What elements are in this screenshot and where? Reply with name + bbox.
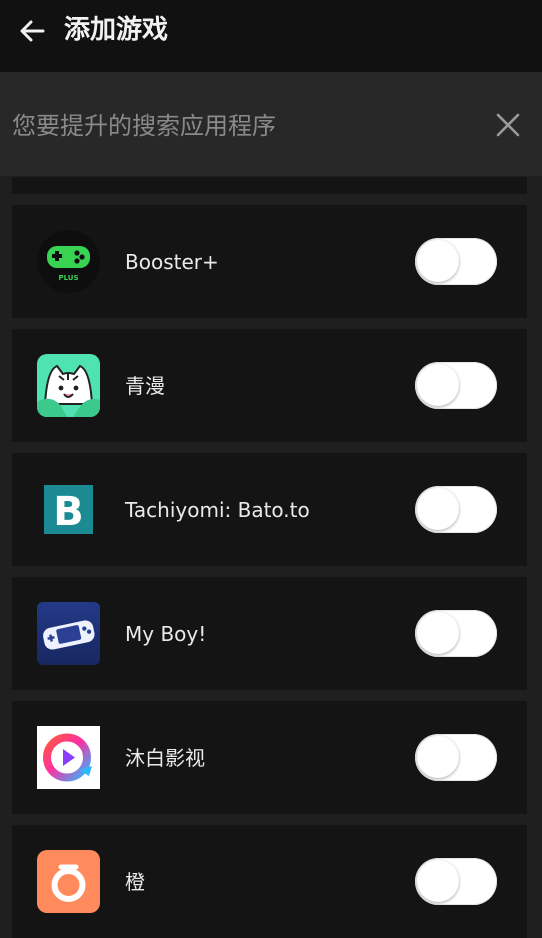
svg-text:PLUS: PLUS xyxy=(58,274,78,282)
enable-toggle[interactable] xyxy=(415,858,497,905)
toggle-knob xyxy=(417,612,459,654)
toggle-knob xyxy=(417,364,459,406)
list-item-partial xyxy=(12,177,527,194)
search-input[interactable] xyxy=(12,106,472,146)
app-row-qingman[interactable]: 青漫 xyxy=(12,329,527,442)
enable-toggle[interactable] xyxy=(415,610,497,657)
app-name: 青漫 xyxy=(125,374,165,398)
app-name: My Boy! xyxy=(125,622,207,646)
enable-toggle[interactable] xyxy=(415,734,497,781)
back-button[interactable] xyxy=(12,12,52,50)
app-name: 沐白影视 xyxy=(125,746,205,770)
cat-comic-icon xyxy=(37,354,100,417)
enable-toggle[interactable] xyxy=(415,486,497,533)
toggle-knob xyxy=(417,860,459,902)
toggle-knob xyxy=(417,240,459,282)
app-row-booster[interactable]: PLUS Booster+ xyxy=(12,205,527,318)
page-title: 添加游戏 xyxy=(64,15,169,45)
top-app-bar: 添加游戏 xyxy=(0,0,542,72)
arrow-left-icon xyxy=(20,20,45,42)
play-ring-icon xyxy=(37,726,100,789)
orange-ring-icon xyxy=(37,850,100,913)
app-row-cheng[interactable]: 橙 xyxy=(12,825,527,938)
toggle-knob xyxy=(417,736,459,778)
enable-toggle[interactable] xyxy=(415,238,497,285)
letter-b-icon: B xyxy=(37,478,100,541)
app-row-mubai[interactable]: 沐白影视 xyxy=(12,701,527,814)
enable-toggle[interactable] xyxy=(415,362,497,409)
app-row-tachiyomi[interactable]: B Tachiyomi: Bato.to xyxy=(12,453,527,566)
svg-text:B: B xyxy=(53,489,84,535)
clear-search-button[interactable] xyxy=(490,106,526,144)
toggle-knob xyxy=(417,488,459,530)
handheld-console-icon xyxy=(37,602,100,665)
app-row-myboy[interactable]: My Boy! xyxy=(12,577,527,690)
gamepad-plus-icon: PLUS xyxy=(37,230,100,293)
app-name: Booster+ xyxy=(125,250,219,274)
app-name: 橙 xyxy=(125,870,145,894)
app-name: Tachiyomi: Bato.to xyxy=(125,498,310,522)
close-icon xyxy=(496,113,520,137)
